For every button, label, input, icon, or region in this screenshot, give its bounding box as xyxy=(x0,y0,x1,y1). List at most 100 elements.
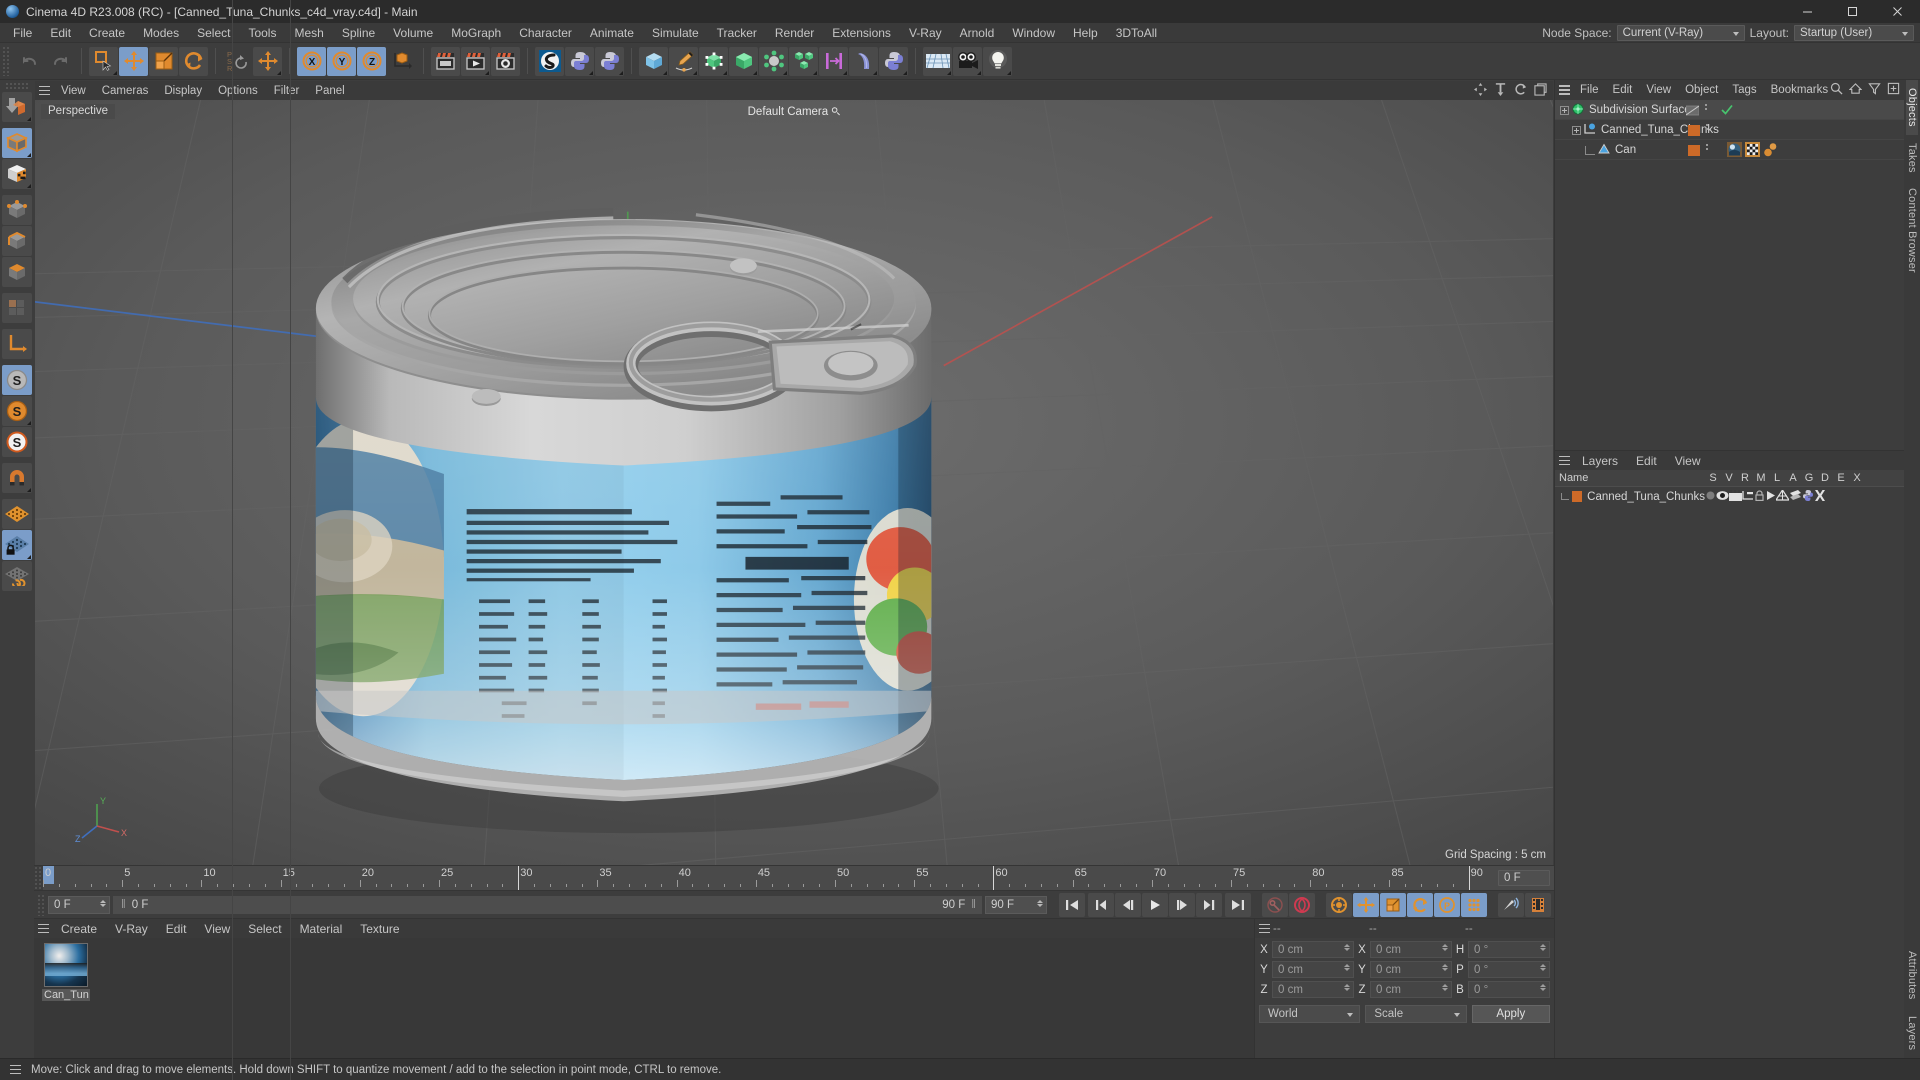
close-button[interactable] xyxy=(1875,0,1920,23)
cube-primitive-button[interactable] xyxy=(639,46,668,76)
snap-quantize-button[interactable]: S xyxy=(2,396,32,426)
snap-enable-button[interactable]: S xyxy=(2,365,32,395)
layer-xref-icon[interactable] xyxy=(1814,489,1826,504)
menu-edit[interactable]: Edit xyxy=(41,23,80,43)
frame-range-bar[interactable]: ‖ 0 F 90 F ‖ xyxy=(113,895,982,914)
make-editable-button[interactable] xyxy=(2,92,32,122)
python-button-1[interactable] xyxy=(565,46,594,76)
menu-modes[interactable]: Modes xyxy=(134,23,188,43)
timeline-button[interactable] xyxy=(1525,892,1551,917)
layer-lock-icon[interactable] xyxy=(1754,489,1765,504)
point-mode-button[interactable] xyxy=(2,195,32,225)
object-hamburger-icon[interactable] xyxy=(1555,81,1573,100)
menu-window[interactable]: Window xyxy=(1003,23,1064,43)
next-keyframe-button[interactable] xyxy=(1196,892,1222,917)
floor-button[interactable] xyxy=(923,46,952,76)
scale-key-button[interactable] xyxy=(1380,892,1406,917)
add-icon[interactable] xyxy=(1887,82,1900,98)
menu-tracker[interactable]: Tracker xyxy=(708,23,766,43)
viewport-menu-cameras[interactable]: Cameras xyxy=(94,81,157,101)
maximize-viewport-icon[interactable] xyxy=(1534,82,1547,99)
previous-frame-button[interactable] xyxy=(1115,892,1141,917)
tab-attributes[interactable]: Attributes xyxy=(1906,943,1918,1007)
object-menu-file[interactable]: File xyxy=(1573,80,1606,100)
y-axis-lock-button[interactable]: Y xyxy=(327,46,356,76)
start-frame-field[interactable]: 0 F xyxy=(48,895,110,914)
apply-button[interactable]: Apply xyxy=(1471,1005,1550,1023)
viewport-menu-view[interactable]: View xyxy=(53,81,94,101)
position-x-field[interactable]: 0 cm xyxy=(1272,941,1354,958)
tab-content-browser[interactable]: Content Browser xyxy=(1906,180,1918,281)
material-menu-material[interactable]: Material xyxy=(291,919,352,939)
material-thumbnail[interactable] xyxy=(44,943,88,987)
field-button[interactable] xyxy=(819,46,848,76)
size-y-field[interactable]: 0 cm xyxy=(1370,961,1452,978)
param-key-button[interactable]: P xyxy=(1434,892,1460,917)
world-coordinate-button[interactable] xyxy=(387,47,416,76)
object-menu-bookmarks[interactable]: Bookmarks xyxy=(1764,80,1836,100)
visibility-dots-icon[interactable] xyxy=(1685,104,1700,117)
world-object-axis-button[interactable] xyxy=(253,46,282,76)
workplane-rotate-button[interactable] xyxy=(2,561,32,591)
layer-color-swatch[interactable] xyxy=(1688,145,1700,156)
snap-settings-button[interactable]: S xyxy=(2,427,32,457)
viewport-3d[interactable]: Perspective Default Camera Grid Spacing … xyxy=(35,100,1553,865)
edge-mode-button[interactable] xyxy=(2,226,32,256)
layer-menu-edit[interactable]: Edit xyxy=(1627,451,1666,471)
uv-tag-icon[interactable] xyxy=(1745,142,1760,160)
status-hamburger-icon[interactable] xyxy=(6,1060,24,1079)
workplane-button[interactable] xyxy=(2,499,32,529)
search-icon[interactable] xyxy=(1830,82,1843,98)
spline-pen-button[interactable] xyxy=(669,46,698,76)
object-menu-edit[interactable]: Edit xyxy=(1606,80,1640,100)
menu-character[interactable]: Character xyxy=(510,23,581,43)
material-tag-icon[interactable] xyxy=(1727,142,1742,160)
menu-mograph[interactable]: MoGraph xyxy=(442,23,510,43)
maximize-button[interactable] xyxy=(1830,0,1875,23)
mograph-button[interactable] xyxy=(789,46,818,76)
keyframe-selection-button[interactable] xyxy=(1326,892,1352,917)
python-generator-button[interactable] xyxy=(879,46,908,76)
object-menu-view[interactable]: View xyxy=(1639,80,1678,100)
size-x-field[interactable]: 0 cm xyxy=(1370,941,1452,958)
material-menu-create[interactable]: Create xyxy=(52,919,106,939)
tab-layers[interactable]: Layers xyxy=(1906,1008,1918,1058)
menu-volume[interactable]: Volume xyxy=(384,23,442,43)
toolbar-grip[interactable] xyxy=(2,46,11,76)
layer-menu-layers[interactable]: Layers xyxy=(1573,451,1627,471)
menu-file[interactable]: File xyxy=(4,23,41,43)
enable-dots-icon[interactable] xyxy=(1705,104,1707,110)
uv-mode-button[interactable] xyxy=(2,293,32,323)
coordinates-hamburger-icon[interactable] xyxy=(1255,919,1273,938)
menu-3dtoall[interactable]: 3DToAll xyxy=(1107,23,1166,43)
material-hamburger-icon[interactable] xyxy=(34,919,52,938)
layer-color-swatch[interactable] xyxy=(1688,125,1700,136)
rotate-viewport-icon[interactable] xyxy=(1514,83,1527,99)
material-list[interactable]: Can_Tun xyxy=(34,938,1254,1058)
rotation-key-button[interactable] xyxy=(1407,892,1433,917)
layer-solo-icon[interactable] xyxy=(1705,490,1716,504)
camera-button[interactable] xyxy=(953,46,982,76)
material-menu-select[interactable]: Select xyxy=(239,919,290,939)
scale-tool-button[interactable] xyxy=(149,46,178,76)
node-space-dropdown[interactable]: Current (V-Ray) xyxy=(1616,25,1745,41)
phong-tag-icon[interactable] xyxy=(1763,142,1778,160)
coordinate-mode-dropdown[interactable]: Scale xyxy=(1365,1005,1467,1023)
autokeying-button[interactable] xyxy=(1289,892,1315,917)
move-viewport-icon[interactable] xyxy=(1474,82,1487,99)
object-menu-tags[interactable]: Tags xyxy=(1725,80,1763,100)
enable-dots-icon[interactable] xyxy=(1706,144,1708,150)
menu-tools[interactable]: Tools xyxy=(239,23,285,43)
object-tree[interactable]: Subdivision Surface Canned_Tuna_Chunks C… xyxy=(232,0,1904,1080)
menu-create[interactable]: Create xyxy=(80,23,134,43)
model-mode-button[interactable] xyxy=(2,128,32,158)
undo-button[interactable] xyxy=(15,47,44,76)
play-button[interactable] xyxy=(1142,892,1168,917)
deformer-button[interactable] xyxy=(759,46,788,76)
object-row-subdivision-surface[interactable]: Subdivision Surface xyxy=(1555,100,1904,120)
viewport-menu-options[interactable]: Options xyxy=(210,81,266,101)
redo-button[interactable] xyxy=(45,47,74,76)
timeline-frame-field[interactable]: 0 F xyxy=(1498,870,1550,886)
viewport-menu-panel[interactable]: Panel xyxy=(307,81,352,101)
material-menu-edit[interactable]: Edit xyxy=(157,919,196,939)
